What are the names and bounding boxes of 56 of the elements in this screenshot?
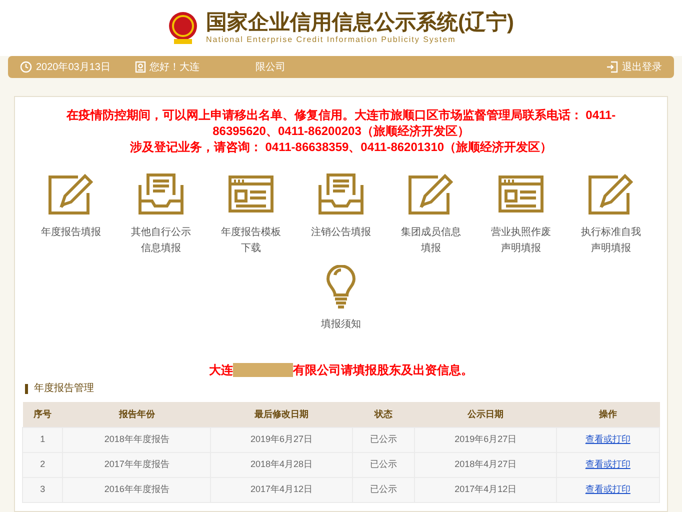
browser-window-icon <box>498 173 544 215</box>
table-cell: 已公示 <box>370 458 398 469</box>
column-header: 操作 <box>556 402 660 427</box>
column-header: 公示日期 <box>414 402 556 427</box>
view-print-link[interactable]: 查看或打印 <box>585 458 630 469</box>
table-cell: 2017年4月12日 <box>454 484 517 494</box>
action-link[interactable]: 营业执照作废声明填报 <box>489 225 553 257</box>
table-cell: 2017年年度报告 <box>104 458 170 469</box>
pencil-frame-icon <box>408 173 454 215</box>
table-cell: 2018年4月27日 <box>454 458 517 469</box>
reminder-text: 有限公司请填报股东及出资信息。 <box>293 362 473 379</box>
redaction-block <box>233 363 293 377</box>
lightbulb-icon <box>326 265 356 309</box>
section-title: 年度报告管理 <box>34 382 94 396</box>
pencil-frame-icon <box>48 173 94 215</box>
browser-window-icon <box>228 173 274 215</box>
site-subtitle: National Enterprise Credit Information Publicity System <box>206 35 457 45</box>
logout-icon <box>606 61 618 73</box>
current-date: 2020年03月13日 <box>36 60 110 74</box>
table-cell: 已公示 <box>370 484 398 494</box>
inbox-tray-icon <box>138 173 184 215</box>
view-print-link[interactable]: 查看或打印 <box>585 484 630 494</box>
pencil-frame-icon <box>588 173 634 215</box>
column-header: 最后修改日期 <box>210 402 352 427</box>
notice-text: 涉及登记业务，请咨询： 0411-86638359、0411-86201310（旅顺经济开发区） <box>130 139 552 155</box>
action-link[interactable]: 填报须知 <box>321 317 361 333</box>
action-link[interactable]: 集团成员信息填报 <box>399 225 463 257</box>
column-header: 序号 <box>22 402 63 427</box>
table-cell: 2018年4月28日 <box>250 458 313 469</box>
column-header: 状态 <box>352 402 415 427</box>
table-cell: 2 <box>40 458 46 469</box>
view-print-link[interactable]: 查看或打印 <box>585 434 630 444</box>
table-cell: 3 <box>40 484 46 494</box>
reminder-prefix: 大连 <box>209 362 233 379</box>
table-cell: 2019年6月27日 <box>250 434 313 444</box>
action-link[interactable]: 其他自行公示信息填报 <box>129 225 193 257</box>
table-cell: 2019年6月27日 <box>454 434 517 444</box>
table-cell: 2018年年度报告 <box>104 434 170 444</box>
table-cell: 已公示 <box>370 434 398 444</box>
user-icon <box>134 61 146 73</box>
action-link[interactable]: 年度报告模板下载 <box>219 225 283 257</box>
table-cell: 2017年4月12日 <box>250 484 313 494</box>
inbox-tray-icon <box>318 173 364 215</box>
column-header: 报告年份 <box>62 402 211 427</box>
table-cell: 2016年年度报告 <box>104 484 170 494</box>
site-title: 国家企业信用信息公示系统(辽宁) <box>206 11 514 35</box>
clock-icon <box>20 61 32 73</box>
section-marker <box>25 384 28 394</box>
company-name: 限公司 <box>256 60 286 74</box>
emblem-icon <box>168 11 198 45</box>
action-link[interactable]: 执行标准自我声明填报 <box>579 225 643 257</box>
notice-text: 在疫情防控期间，可以网上申请移出名单、修复信用。大连市旅顺口区市场监督管理局联系电话： 0411-86395620、0411-86200203（旅顺经济开发区） <box>65 107 617 139</box>
table-cell: 1 <box>40 434 46 444</box>
action-link[interactable]: 年度报告填报 <box>39 225 103 241</box>
action-link[interactable]: 注销公告填报 <box>309 225 373 241</box>
greeting-text: 您好！大连 <box>150 60 200 74</box>
